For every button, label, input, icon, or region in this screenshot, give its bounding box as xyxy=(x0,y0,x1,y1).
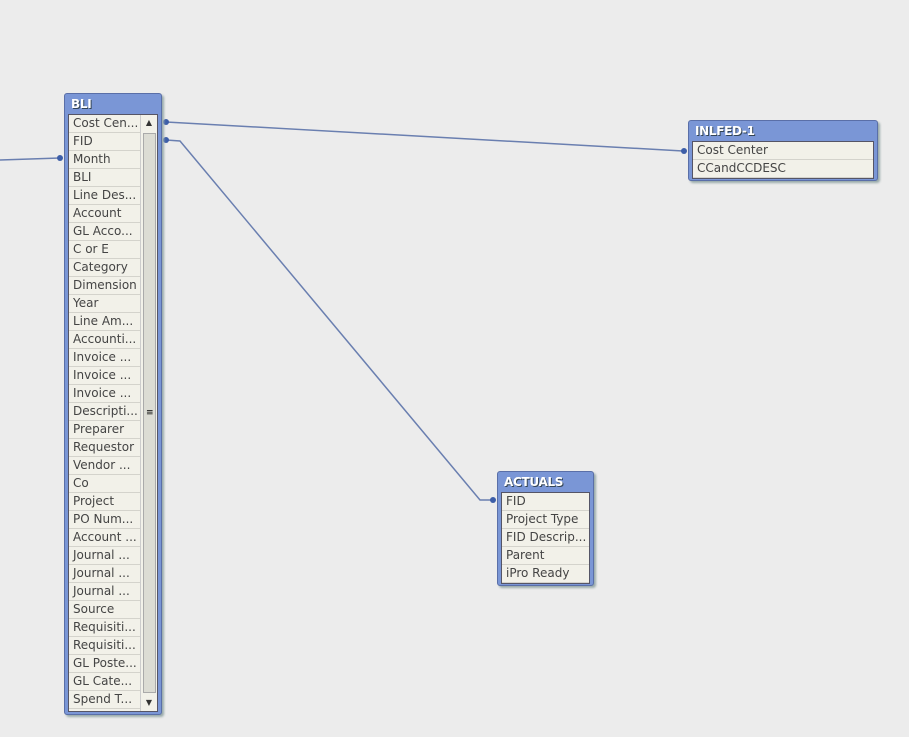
field-row[interactable]: Requisiti... xyxy=(69,637,140,655)
table-inlfed-1[interactable]: INLFED-1 Cost Center CCandCCDESC xyxy=(688,120,878,181)
field-list: FID Project Type FID Descrip... Parent iPro … xyxy=(501,492,590,584)
field-row[interactable]: Month xyxy=(69,151,140,169)
field-row[interactable]: GL Acco... xyxy=(69,223,140,241)
field-row[interactable]: Journal ... xyxy=(69,565,140,583)
field-row[interactable]: Spend T... xyxy=(69,691,140,709)
field-row[interactable]: Line Des... xyxy=(69,187,140,205)
connector-dot xyxy=(163,119,169,125)
field-list: ▲ ≡ ▼ Cost Cen... FID Month BLI Line Des... A… xyxy=(68,114,158,712)
table-title[interactable]: INLFED-1 xyxy=(692,121,874,141)
field-row[interactable]: PO Num... xyxy=(69,511,140,529)
field-row[interactable]: Journal ... xyxy=(69,583,140,601)
field-row[interactable]: Project xyxy=(69,493,140,511)
field-row[interactable]: Invoice ... xyxy=(69,385,140,403)
scrollbar[interactable]: ▲ ≡ ▼ xyxy=(140,115,157,711)
table-title[interactable]: BLI xyxy=(68,94,158,114)
connector-dot xyxy=(57,155,63,161)
scroll-up-icon[interactable]: ▲ xyxy=(141,115,157,131)
field-row[interactable]: iPro Ready xyxy=(502,565,589,583)
field-row[interactable]: Parent xyxy=(502,547,589,565)
field-row[interactable]: C or E xyxy=(69,241,140,259)
link-cost-center xyxy=(165,121,684,152)
field-list: Cost Center CCandCCDESC xyxy=(692,141,874,179)
connector-dot xyxy=(490,497,496,503)
field-row[interactable]: FID xyxy=(69,133,140,151)
scroll-down-icon[interactable]: ▼ xyxy=(141,695,157,711)
field-row[interactable]: Line Am... xyxy=(69,313,140,331)
field-row[interactable]: Cost Center xyxy=(693,142,873,160)
field-row[interactable]: Project Type xyxy=(502,511,589,529)
link-month xyxy=(0,157,61,161)
field-row[interactable]: Cost Cen... xyxy=(69,115,140,133)
table-bli[interactable]: BLI ▲ ≡ ▼ Cost Cen... FID Month BLI Line Des… xyxy=(64,93,162,715)
scroll-thumb[interactable]: ≡ xyxy=(143,133,156,693)
field-row[interactable]: Accounti... xyxy=(69,331,140,349)
field-row[interactable]: BLI xyxy=(69,169,140,187)
field-row[interactable]: Account ... xyxy=(69,529,140,547)
field-row[interactable]: Requisiti... xyxy=(69,619,140,637)
field-row[interactable]: Invoice ... xyxy=(69,349,140,367)
field-row[interactable]: FID xyxy=(502,493,589,511)
table-actuals[interactable]: ACTUALS FID Project Type FID Descrip... Par… xyxy=(497,471,594,586)
field-row[interactable]: Year xyxy=(69,295,140,313)
field-row[interactable]: Invoice ... xyxy=(69,367,140,385)
field-row[interactable]: Category xyxy=(69,259,140,277)
field-row[interactable]: CCandCCDESC xyxy=(693,160,873,178)
table-title[interactable]: ACTUALS xyxy=(501,472,590,492)
field-row[interactable]: Dimension xyxy=(69,277,140,295)
field-row[interactable]: Co xyxy=(69,475,140,493)
field-row[interactable]: Requestor xyxy=(69,439,140,457)
field-row[interactable]: FID Descrip... xyxy=(502,529,589,547)
field-row[interactable]: GL Cate... xyxy=(69,673,140,691)
field-row[interactable]: Account xyxy=(69,205,140,223)
connector-dot xyxy=(163,137,169,143)
link-fid xyxy=(165,139,493,501)
field-row[interactable]: Journal ... xyxy=(69,547,140,565)
field-row[interactable]: Descripti... xyxy=(69,403,140,421)
field-row[interactable]: Preparer xyxy=(69,421,140,439)
field-row[interactable]: GL Poste... xyxy=(69,655,140,673)
field-row[interactable]: Vendor ... xyxy=(69,457,140,475)
field-row[interactable]: Source xyxy=(69,601,140,619)
connector-dot xyxy=(681,148,687,154)
